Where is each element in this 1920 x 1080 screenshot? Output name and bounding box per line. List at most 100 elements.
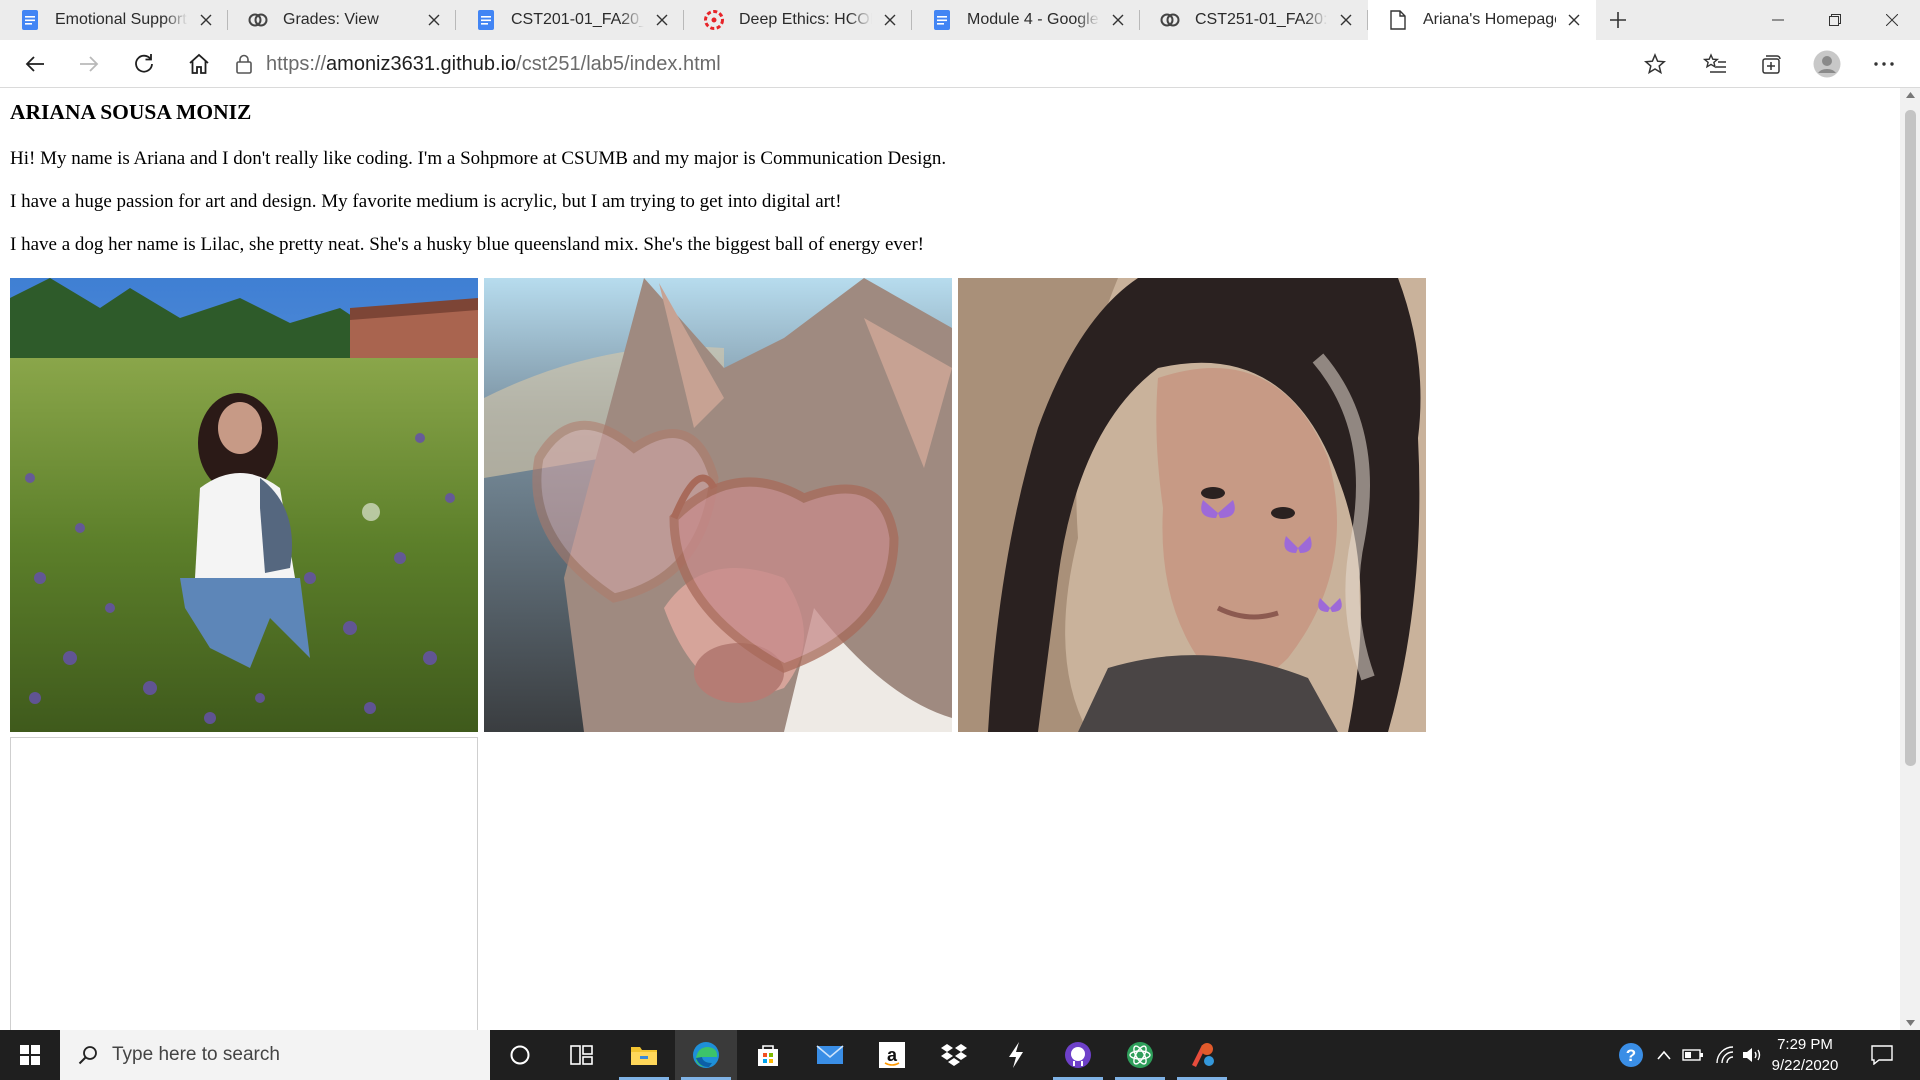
store-icon[interactable] bbox=[737, 1030, 799, 1080]
taskbar-clock[interactable]: 7:29 PM 9/22/2020 bbox=[1760, 1030, 1850, 1080]
tab-deep-ethics[interactable]: Deep Ethics: HCOM200 bbox=[684, 0, 912, 40]
scroll-down-icon[interactable] bbox=[1906, 1020, 1915, 1026]
tab-title: Emotional Support Animals Poster bbox=[55, 11, 188, 28]
github-desktop-icon[interactable] bbox=[1047, 1030, 1109, 1080]
svg-text:?: ? bbox=[1626, 1046, 1636, 1065]
avatar-icon bbox=[1813, 50, 1841, 78]
url-text[interactable]: https://amoniz3631.github.io/cst251/lab5… bbox=[266, 53, 721, 76]
tab-module-4[interactable]: Module 4 - Google Docs bbox=[912, 0, 1140, 40]
clock-time: 7:29 PM bbox=[1777, 1036, 1833, 1053]
minimize-button[interactable] bbox=[1749, 0, 1806, 40]
tab-title: CST251-01_FA20: Lab 5 bbox=[1195, 11, 1328, 28]
scroll-thumb[interactable] bbox=[1905, 110, 1916, 766]
scroll-up-icon[interactable] bbox=[1906, 92, 1915, 98]
forward-arrow-icon bbox=[80, 56, 99, 72]
close-icon[interactable] bbox=[1562, 8, 1586, 32]
canvas-icon bbox=[704, 10, 724, 30]
url-host: amoniz3631.github.io bbox=[326, 52, 517, 75]
tab-cst201[interactable]: CST201-01_FA20_Course bbox=[456, 0, 684, 40]
close-icon[interactable] bbox=[1106, 8, 1130, 32]
tab-emotional-support[interactable]: Emotional Support Animals Poster bbox=[0, 0, 228, 40]
restore-button[interactable] bbox=[1806, 0, 1863, 40]
close-icon[interactable] bbox=[650, 8, 674, 32]
tab-title: Grades: View bbox=[283, 11, 379, 28]
photo-empty bbox=[10, 737, 478, 1030]
collections-icon bbox=[1762, 55, 1781, 74]
favorite-star-button[interactable] bbox=[1637, 46, 1673, 82]
page-heading: ARIANA SOUSA MONIZ bbox=[10, 100, 252, 124]
page-icon bbox=[1388, 10, 1408, 30]
file-explorer-icon[interactable] bbox=[613, 1030, 675, 1080]
edge-icon[interactable] bbox=[675, 1030, 737, 1080]
google-docs-icon bbox=[932, 10, 952, 30]
tab-title: CST201-01_FA20_Course bbox=[511, 11, 644, 28]
tab-title: Ariana's Homepage bbox=[1423, 11, 1556, 28]
atom-icon[interactable] bbox=[1109, 1030, 1171, 1080]
search-icon bbox=[78, 1046, 97, 1065]
paragraph-art: I have a huge passion for art and design… bbox=[10, 191, 842, 212]
windows-taskbar: Type here to search a ? 7:29 PM 9/22/202… bbox=[0, 1030, 1920, 1080]
refresh-icon bbox=[135, 54, 153, 73]
back-button[interactable] bbox=[17, 46, 53, 82]
taskbar-search-box[interactable]: Type here to search bbox=[60, 1030, 490, 1080]
favorites-list-icon bbox=[1703, 53, 1726, 73]
address-bar[interactable]: https://amoniz3631.github.io/cst251/lab5… bbox=[236, 46, 721, 82]
notification-icon[interactable] bbox=[1862, 1030, 1902, 1080]
paragraph-intro: Hi! My name is Ariana and I don't really… bbox=[10, 148, 947, 169]
tab-title: Deep Ethics: HCOM200 bbox=[739, 11, 872, 28]
clock-date: 9/22/2020 bbox=[1771, 1057, 1839, 1074]
refresh-button[interactable] bbox=[126, 46, 162, 82]
web-page: ARIANA SOUSA MONIZ Hi! My name is Ariana… bbox=[0, 88, 1900, 1030]
dropbox-icon[interactable] bbox=[923, 1030, 985, 1080]
power-automate-icon[interactable] bbox=[985, 1030, 1047, 1080]
lock-icon[interactable] bbox=[236, 54, 252, 74]
tab-grades[interactable]: Grades: View bbox=[228, 0, 456, 40]
close-window-button[interactable] bbox=[1863, 0, 1920, 40]
ilearn-icon bbox=[248, 10, 268, 30]
cortana-icon[interactable] bbox=[489, 1030, 551, 1080]
search-placeholder: Type here to search bbox=[112, 1044, 280, 1065]
help-icon[interactable]: ? bbox=[1614, 1030, 1648, 1080]
url-scheme: https:// bbox=[266, 52, 327, 75]
paragraph-dog: I have a dog her name is Lilac, she pret… bbox=[10, 234, 925, 255]
close-icon[interactable] bbox=[422, 8, 446, 32]
page-scrollbar[interactable] bbox=[1900, 88, 1920, 1030]
google-docs-icon bbox=[476, 10, 496, 30]
wifi-icon[interactable] bbox=[1712, 1030, 1738, 1080]
profile-button[interactable] bbox=[1809, 46, 1845, 82]
window-controls bbox=[1749, 0, 1920, 40]
amazon-icon[interactable]: a bbox=[861, 1030, 923, 1080]
mail-icon[interactable] bbox=[799, 1030, 861, 1080]
forward-button[interactable] bbox=[71, 46, 107, 82]
svg-text:a: a bbox=[887, 1045, 898, 1065]
collections-button[interactable] bbox=[1753, 46, 1789, 82]
photo-selfie-butterflies bbox=[958, 278, 1426, 732]
favorites-button[interactable] bbox=[1697, 46, 1733, 82]
start-button[interactable] bbox=[0, 1030, 60, 1080]
google-docs-icon bbox=[20, 10, 40, 30]
chevron-up-icon[interactable] bbox=[1654, 1030, 1674, 1080]
photo-flower-field bbox=[10, 278, 478, 732]
more-dots-icon bbox=[1874, 62, 1894, 66]
url-path: /cst251/lab5/index.html bbox=[516, 52, 721, 75]
back-arrow-icon bbox=[25, 56, 44, 72]
tab-title: Module 4 - Google Docs bbox=[967, 11, 1100, 28]
browser-toolbar: https://amoniz3631.github.io/cst251/lab5… bbox=[0, 40, 1920, 88]
tab-cst251[interactable]: CST251-01_FA20: Lab 5 bbox=[1140, 0, 1368, 40]
home-icon bbox=[189, 53, 209, 74]
settings-more-button[interactable] bbox=[1866, 46, 1902, 82]
battery-icon[interactable] bbox=[1680, 1030, 1706, 1080]
windows-logo-icon bbox=[20, 1045, 40, 1065]
task-view-icon[interactable] bbox=[551, 1030, 613, 1080]
close-icon[interactable] bbox=[1334, 8, 1358, 32]
photo-dog-heart-sunglasses bbox=[484, 278, 952, 732]
close-icon[interactable] bbox=[194, 8, 218, 32]
star-icon bbox=[1644, 53, 1666, 75]
close-icon[interactable] bbox=[878, 8, 902, 32]
paint-icon[interactable] bbox=[1171, 1030, 1233, 1080]
new-tab-button[interactable] bbox=[1596, 0, 1640, 40]
tab-strip: Emotional Support Animals Poster Grades:… bbox=[0, 0, 1920, 40]
home-button[interactable] bbox=[181, 46, 217, 82]
ilearn-icon bbox=[1160, 10, 1180, 30]
tab-arianas-homepage[interactable]: Ariana's Homepage bbox=[1368, 0, 1596, 40]
